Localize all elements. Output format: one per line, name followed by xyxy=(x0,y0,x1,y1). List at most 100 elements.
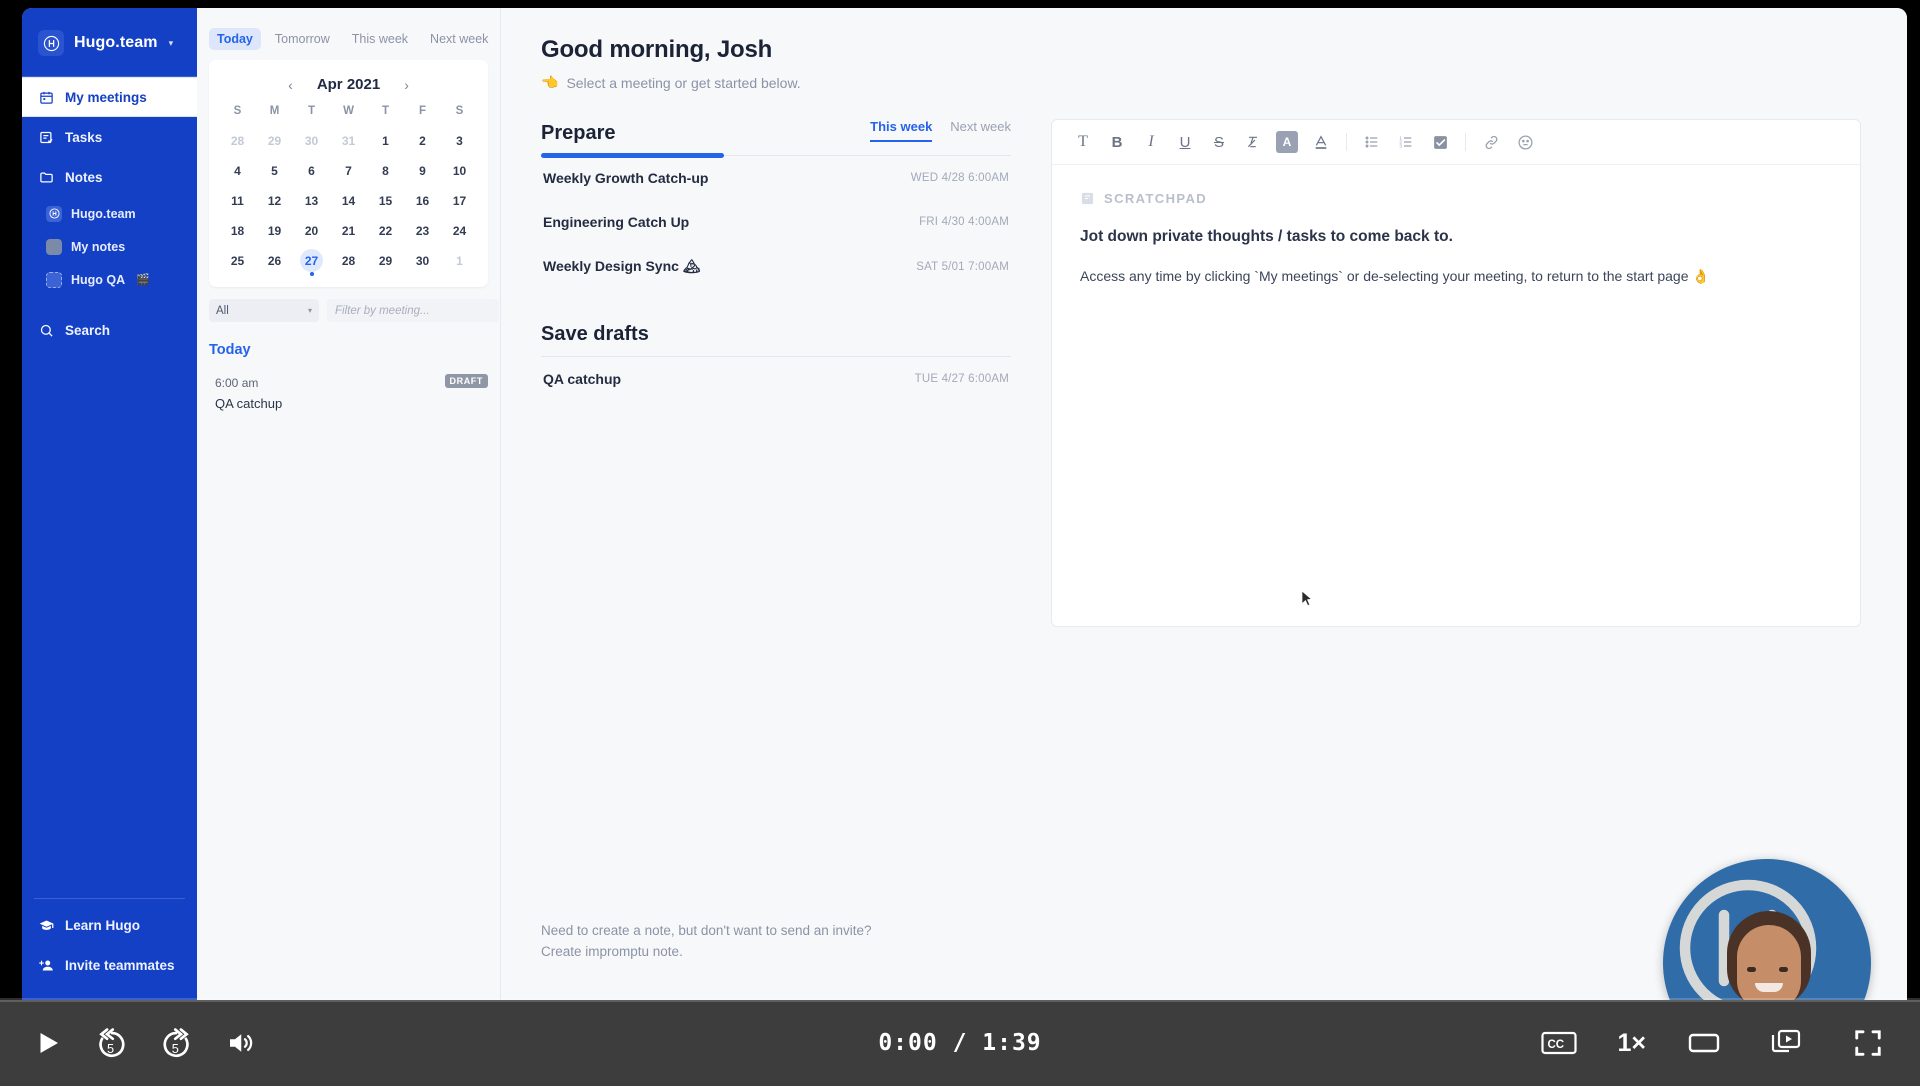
calendar-day[interactable]: 5 xyxy=(256,158,293,183)
impromptu-line-2[interactable]: Create impromptu note. xyxy=(541,942,965,963)
playback-rate-button[interactable]: 1× xyxy=(1609,1029,1654,1058)
sidebar-item-my-meetings[interactable]: My meetings xyxy=(22,77,197,117)
meeting-type-select[interactable]: All ▾ xyxy=(209,299,319,322)
calendar-day[interactable]: 9 xyxy=(404,158,441,183)
calendar-day[interactable]: 1 xyxy=(367,128,404,153)
fullscreen-icon[interactable] xyxy=(1836,1011,1900,1075)
prepare-row[interactable]: Weekly Design Sync 🏔 SAT 5/01 7:00AM xyxy=(541,244,1011,289)
numbered-list-icon[interactable]: 123 xyxy=(1389,128,1423,156)
underline-icon[interactable]: U xyxy=(1168,128,1202,156)
calendar-day[interactable]: 30 xyxy=(293,128,330,153)
calendar-day[interactable]: 28 xyxy=(330,248,367,273)
calendar-day[interactable]: 14 xyxy=(330,188,367,213)
video-player-controls: 5 5 0:00 / 1:39 CC 1× xyxy=(0,998,1920,1086)
theater-mode-icon[interactable] xyxy=(1672,1011,1736,1075)
text-color-icon[interactable] xyxy=(1304,128,1338,156)
calendar-day[interactable]: 11 xyxy=(219,188,256,213)
range-tab-tomorrow[interactable]: Tomorrow xyxy=(267,28,338,50)
filter-row: All ▾ xyxy=(197,287,500,322)
save-drafts-row[interactable]: QA catchup TUE 4/27 6:00AM xyxy=(541,357,1011,401)
filter-meeting-input[interactable] xyxy=(327,299,499,322)
bold-icon[interactable]: B xyxy=(1100,128,1134,156)
calendar-day[interactable]: 13 xyxy=(293,188,330,213)
text-style-icon[interactable]: T xyxy=(1066,128,1100,156)
calendar-day[interactable]: 26 xyxy=(256,248,293,273)
prepare-title: Prepare xyxy=(541,122,616,144)
calendar-day[interactable]: 28 xyxy=(219,128,256,153)
calendar-day[interactable]: 6 xyxy=(293,158,330,183)
calendar-day[interactable]: 25 xyxy=(219,248,256,273)
bullet-list-icon[interactable] xyxy=(1355,128,1389,156)
calendar-day[interactable]: 29 xyxy=(367,248,404,273)
editor-body[interactable]: SCRATCHPAD Jot down private thoughts / t… xyxy=(1052,165,1860,311)
calendar-day[interactable]: 23 xyxy=(404,218,441,243)
sidebar-item-notes[interactable]: Notes xyxy=(22,157,197,197)
emoji-icon[interactable] xyxy=(1508,128,1542,156)
strikethrough-icon[interactable]: S xyxy=(1202,128,1236,156)
calendar-day[interactable]: 4 xyxy=(219,158,256,183)
sidebar-item-invite-teammates[interactable]: Invite teammates xyxy=(22,945,197,985)
range-tab-next-week[interactable]: Next week xyxy=(422,28,496,50)
volume-icon[interactable] xyxy=(208,1011,272,1075)
calendar-day[interactable]: 19 xyxy=(256,218,293,243)
picture-in-picture-icon[interactable] xyxy=(1754,1011,1818,1075)
chevron-left-icon[interactable]: ‹ xyxy=(288,78,293,92)
meeting-list-item[interactable]: DRAFT 6:00 am QA catchup xyxy=(197,364,500,421)
presenter-eye-right xyxy=(1779,967,1788,972)
tab-next-week[interactable]: Next week xyxy=(950,119,1011,142)
calendar-day[interactable]: 3 xyxy=(441,128,478,153)
sidebar-note-my-notes[interactable]: My notes xyxy=(22,230,197,263)
save-drafts-header: Save drafts xyxy=(541,323,1011,346)
qa-icon xyxy=(46,271,62,288)
calendar-day[interactable]: 21 xyxy=(330,218,367,243)
sidebar-note-emoji: 🎬 xyxy=(136,274,150,286)
screen-root: Hugo.team ▾ My meetings Tasks Notes Hugo… xyxy=(0,0,1920,1086)
checklist-icon[interactable] xyxy=(1423,128,1457,156)
prepare-section: Prepare This week Next week Weekly Growt… xyxy=(541,119,1011,289)
calendar-day[interactable]: 7 xyxy=(330,158,367,183)
calendar-day[interactable]: 2 xyxy=(404,128,441,153)
sidebar-item-search[interactable]: Search xyxy=(22,310,197,350)
prepare-row[interactable]: Engineering Catch Up FRI 4/30 4:00AM xyxy=(541,200,1011,244)
rewind-5-icon[interactable]: 5 xyxy=(80,1011,144,1075)
calendar-day[interactable]: 15 xyxy=(367,188,404,213)
italic-icon[interactable]: I xyxy=(1134,128,1168,156)
calendar-day[interactable]: 8 xyxy=(367,158,404,183)
calendar-day-header: T xyxy=(307,105,316,117)
lists-column: Prepare This week Next week Weekly Growt… xyxy=(541,119,1011,963)
sidebar-note-hugo-team[interactable]: Hugo.team xyxy=(22,197,197,230)
calendar-day[interactable]: 29 xyxy=(256,128,293,153)
calendar-day-today[interactable]: 27 xyxy=(293,248,330,273)
calendar-day[interactable]: 20 xyxy=(293,218,330,243)
video-progress-track[interactable] xyxy=(0,998,1920,1002)
range-tab-today[interactable]: Today xyxy=(209,28,261,50)
chevron-right-icon[interactable]: › xyxy=(404,78,409,92)
prepare-row[interactable]: Weekly Growth Catch-up WED 4/28 6:00AM xyxy=(541,156,1011,200)
forward-5-icon[interactable]: 5 xyxy=(144,1011,208,1075)
calendar-day[interactable]: 12 xyxy=(256,188,293,213)
sidebar-item-learn-hugo[interactable]: Learn Hugo xyxy=(22,905,197,945)
range-tab-this-week[interactable]: This week xyxy=(344,28,416,50)
svg-text:3: 3 xyxy=(1399,143,1402,148)
clear-format-icon[interactable] xyxy=(1236,128,1270,156)
calendar-day[interactable]: 24 xyxy=(441,218,478,243)
link-icon[interactable] xyxy=(1474,128,1508,156)
calendar-day[interactable]: 18 xyxy=(219,218,256,243)
calendar-day[interactable]: 10 xyxy=(441,158,478,183)
sidebar-note-label: My notes xyxy=(71,239,126,254)
sidebar-item-tasks[interactable]: Tasks xyxy=(22,117,197,157)
sidebar-note-hugo-qa[interactable]: Hugo QA 🎬 xyxy=(22,263,197,296)
workspace-switcher[interactable]: Hugo.team ▾ xyxy=(22,8,197,76)
calendar-day[interactable]: 17 xyxy=(441,188,478,213)
play-icon[interactable] xyxy=(16,1011,80,1075)
calendar-day[interactable]: 16 xyxy=(404,188,441,213)
calendar-day[interactable]: 1 xyxy=(441,248,478,273)
calendar-day[interactable]: 30 xyxy=(404,248,441,273)
tab-this-week[interactable]: This week xyxy=(870,119,933,142)
calendar-day[interactable]: 31 xyxy=(330,128,367,153)
calendar-day[interactable]: 22 xyxy=(367,218,404,243)
impromptu-line-1: Need to create a note, but don't want to… xyxy=(541,923,872,938)
highlight-icon[interactable]: A xyxy=(1276,131,1298,153)
cc-icon[interactable]: CC xyxy=(1527,1011,1591,1075)
workspace-name: Hugo.team xyxy=(74,34,158,51)
